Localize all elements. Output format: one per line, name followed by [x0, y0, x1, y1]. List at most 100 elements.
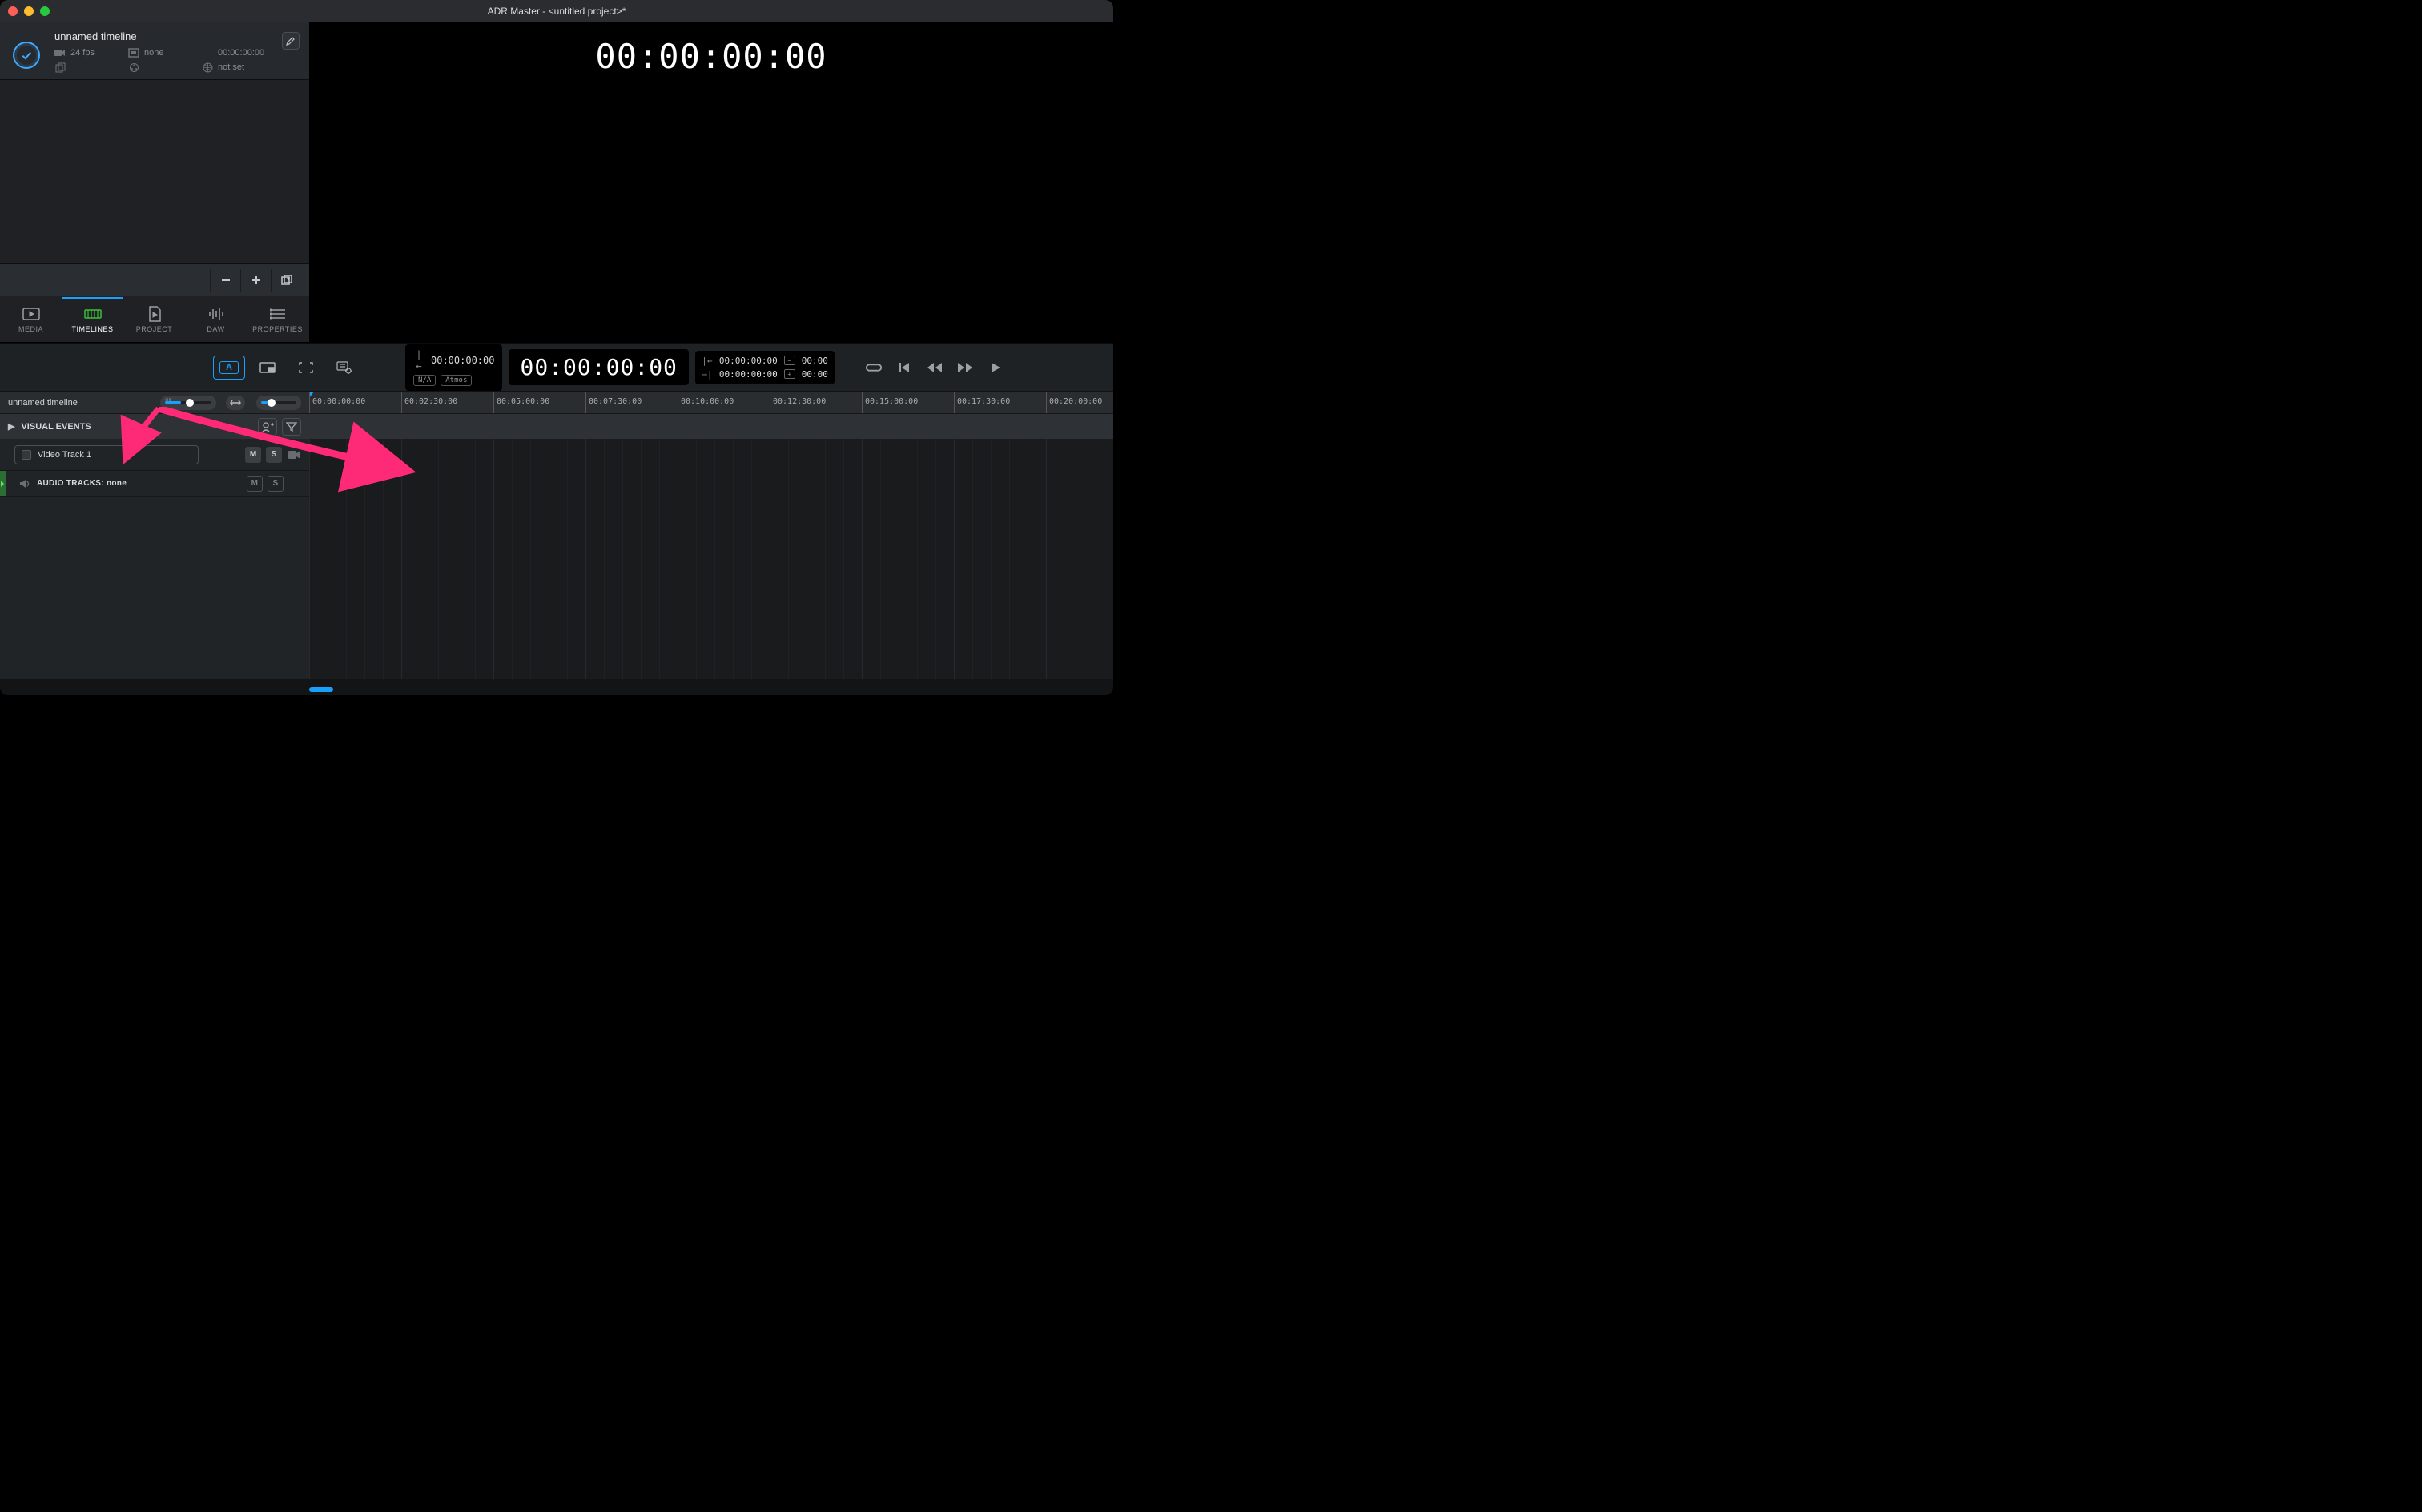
tracks-area: Video Track 1 M S AUDIO TRACKS: none M S: [0, 439, 1113, 679]
ruler-tick-label: 00:05:00:00: [497, 397, 549, 406]
video-track-header[interactable]: Video Track 1 M S: [0, 439, 309, 471]
tc-in-box: |←00:00:00:00 N/AAtmos: [405, 344, 502, 391]
active-timeline-badge[interactable]: [13, 42, 40, 69]
camera-icon: [288, 450, 301, 460]
meta-fps: 24 fps: [54, 47, 128, 58]
playback-controls: [865, 359, 1004, 376]
audio-tracks-label: AUDIO TRACKS: none: [37, 479, 127, 488]
ruler-tick-label: 00:10:00:00: [681, 397, 734, 406]
remove-button[interactable]: [210, 269, 240, 292]
track-color-swatch[interactable]: [22, 450, 31, 460]
transport-bar: A |←00:00:00:00 N/AAtmos 00:00:00:00 |←0…: [0, 343, 1113, 391]
meta-aspect: none: [128, 47, 202, 58]
timeline-zoom-slider[interactable]: [256, 396, 301, 410]
offset-icon: |←: [202, 47, 213, 58]
fast-forward-button[interactable]: [956, 359, 974, 376]
expand-audio-icon[interactable]: [1, 481, 4, 487]
in-marker-icon: |←: [413, 349, 424, 372]
ruler-tick: [401, 392, 402, 413]
audio-mute-button[interactable]: M: [247, 476, 263, 492]
filter-events-button[interactable]: [282, 418, 301, 436]
audio-solo-button[interactable]: S: [268, 476, 284, 492]
ruler-tick-label: 00:02:30:00: [404, 397, 457, 406]
tracks-canvas[interactable]: [309, 439, 1113, 679]
add-button[interactable]: [240, 269, 271, 292]
video-preview: 00:00:00:00: [309, 22, 1113, 342]
mark-out-icon: →|: [702, 369, 713, 380]
video-track-name: Video Track 1: [38, 450, 91, 460]
ruler-tick-label: 00:20:00:00: [1049, 397, 1102, 406]
track-headers: Video Track 1 M S AUDIO TRACKS: none M S: [0, 439, 309, 679]
aspect-icon: [128, 47, 139, 58]
speaker-icon: [19, 479, 30, 489]
ruler-row: unnamed timeline ⦀⦀ 00:00:00:00 00:02:30:…: [0, 391, 1113, 413]
waveform-zoom-slider[interactable]: ⦀⦀: [160, 396, 216, 410]
tab-daw[interactable]: DAW: [185, 296, 247, 342]
ruler-tick: [954, 392, 955, 413]
mode-a-button[interactable]: A: [213, 356, 245, 380]
meta-spin: [128, 62, 202, 73]
ruler-tick-label: 00:07:30:00: [589, 397, 642, 406]
tab-timelines[interactable]: TIMELINES: [62, 296, 123, 342]
timelines-list: [0, 80, 309, 263]
ruler-tick-label: 00:17:30:00: [957, 397, 1010, 406]
copy-icon: [54, 62, 66, 73]
titlebar: ADR Master - <untitled project>*: [0, 0, 1113, 22]
duplicate-button[interactable]: [271, 269, 301, 292]
timeline-header: unnamed timeline 24 fps none |← 00:00:00…: [0, 22, 309, 80]
zoom-window-button[interactable]: [40, 6, 50, 16]
meta-copy: [54, 62, 128, 73]
globe-icon: [202, 62, 213, 73]
edit-timeline-button[interactable]: [282, 32, 300, 50]
minus-icon: −: [784, 356, 795, 365]
time-ruler[interactable]: 00:00:00:00 00:02:30:00 00:05:00:00 00:07:3…: [309, 392, 1113, 413]
mode-pip-button[interactable]: [251, 356, 284, 380]
list-toolbar: [0, 263, 309, 296]
ruler-tick-label: 00:15:00:00: [865, 397, 918, 406]
ruler-tick: [1046, 392, 1047, 413]
ruler-tick: [493, 392, 494, 413]
ruler-tick-label: 00:00:00:00: [312, 397, 365, 406]
atmos-pill[interactable]: Atmos: [441, 375, 472, 386]
na-pill[interactable]: N/A: [413, 375, 436, 386]
mode-fullscreen-button[interactable]: [290, 356, 322, 380]
fit-width-button[interactable]: [226, 396, 245, 410]
daw-icon: [207, 307, 225, 321]
audio-tracks-header[interactable]: AUDIO TRACKS: none M S: [0, 471, 309, 497]
tc-marks-box: |←00:00:00:00−00:00 →|00:00:00:00+00:00: [695, 351, 835, 384]
traffic-lights: [8, 6, 50, 16]
audio-strip: [0, 471, 6, 496]
left-panel: unnamed timeline 24 fps none |← 00:00:00…: [0, 22, 309, 342]
main-timecode: 00:00:00:00: [509, 349, 688, 385]
tab-media[interactable]: MEDIA: [0, 296, 62, 342]
close-window-button[interactable]: [8, 6, 18, 16]
visual-events-row: ▶ VISUAL EVENTS: [0, 413, 1113, 439]
ruler-tick: [862, 392, 863, 413]
horizontal-scrollbar-thumb[interactable]: [309, 687, 333, 692]
timelines-icon: [84, 307, 102, 321]
ruler-timeline-name: unnamed timeline: [8, 398, 78, 408]
ruler-tick: [585, 392, 586, 413]
properties-icon: [270, 307, 286, 321]
ruler-tick: [309, 392, 310, 413]
loop-button[interactable]: [865, 359, 883, 376]
video-mute-button[interactable]: M: [245, 447, 261, 463]
go-to-start-button[interactable]: [895, 359, 913, 376]
add-event-button[interactable]: [258, 418, 277, 436]
play-button[interactable]: [987, 359, 1004, 376]
rewind-button[interactable]: [926, 359, 943, 376]
left-tabs: MEDIA TIMELINES PROJECT DAW PROPERTIES: [0, 296, 309, 342]
plus-icon: +: [784, 369, 795, 379]
meta-globe: not set: [202, 62, 298, 73]
visual-events-label: VISUAL EVENTS: [21, 422, 91, 432]
mode-settings-button[interactable]: [328, 356, 360, 380]
ruler-tick-label: 00:12:30:00: [773, 397, 826, 406]
media-icon: [22, 307, 40, 321]
tab-properties[interactable]: PROPERTIES: [247, 296, 308, 342]
minimize-window-button[interactable]: [24, 6, 34, 16]
video-solo-button[interactable]: S: [266, 447, 282, 463]
tab-project[interactable]: PROJECT: [123, 296, 185, 342]
collapse-icon[interactable]: ▶: [8, 421, 14, 432]
preview-timecode: 00:00:00:00: [595, 37, 827, 76]
video-track-name-chip[interactable]: Video Track 1: [14, 445, 199, 464]
